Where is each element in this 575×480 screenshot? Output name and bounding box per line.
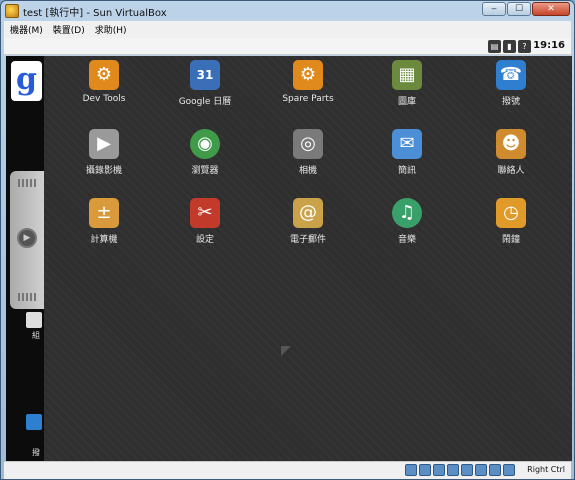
virtualbox-app-icon xyxy=(5,4,19,18)
settings-icon: ✂ xyxy=(190,198,220,228)
usb-icon[interactable] xyxy=(447,464,459,476)
signal-icon: ▮ xyxy=(503,40,516,53)
app-drawer: ⚙ Dev Tools 31 Google 日曆 ⚙ Spare Parts ▦… xyxy=(44,56,572,461)
app-drawer-handle[interactable]: ▶ xyxy=(10,171,44,309)
app-label: 相機 xyxy=(298,166,317,176)
app-label: 撥號 xyxy=(501,97,520,107)
google-search-widget[interactable]: g xyxy=(11,61,42,101)
email-icon: @ xyxy=(293,198,323,228)
menu-machine[interactable]: 機器(M) xyxy=(10,23,43,36)
app-label: 聯絡人 xyxy=(497,166,525,176)
handle-grip-top xyxy=(18,179,36,187)
calendar-shortcut-icon[interactable] xyxy=(26,312,42,328)
android-status-bar: ▤ ▮ ? 19:16 xyxy=(4,38,571,55)
cd-icon[interactable] xyxy=(419,464,431,476)
shortcut-label-1: 組 xyxy=(32,331,40,340)
floppy-icon[interactable] xyxy=(433,464,445,476)
app-label: 簡訊 xyxy=(397,166,416,176)
app-messaging[interactable]: ✉ 簡訊 xyxy=(359,129,455,189)
music-icon: ♫ xyxy=(392,198,422,228)
app-camera[interactable]: ◎ 相機 xyxy=(260,129,356,189)
app-label: Spare Parts xyxy=(282,94,334,104)
calendar-icon: 31 xyxy=(190,60,220,90)
close-button[interactable]: ✕ xyxy=(532,2,570,16)
host-key-icon xyxy=(503,464,515,476)
home-screen-edge: g ▶ 組 撥 xyxy=(6,56,44,461)
camera-icon: ◎ xyxy=(293,129,323,159)
mouse-integration-icon[interactable] xyxy=(489,464,501,476)
app-camcorder[interactable]: ▶ 攝錄影機 xyxy=(56,129,152,189)
app-dev-tools[interactable]: ⚙ Dev Tools xyxy=(56,60,152,120)
gear-icon: ⚙ xyxy=(293,60,323,90)
app-google-calendar[interactable]: 31 Google 日曆 xyxy=(157,60,253,120)
shared-folder-icon[interactable] xyxy=(475,464,487,476)
alarm-clock-icon: ◷ xyxy=(496,198,526,228)
app-label: 攝錄影機 xyxy=(85,166,122,176)
app-alarm-clock[interactable]: ◷ 鬧鐘 xyxy=(463,198,559,258)
caption-buttons: ‒ ☐ ✕ xyxy=(482,2,570,16)
phone-icon: ☎ xyxy=(496,60,526,90)
maximize-button[interactable]: ☐ xyxy=(507,2,531,16)
app-label: 音樂 xyxy=(397,235,416,245)
app-label: 瀏覽器 xyxy=(191,166,219,176)
battery-icon: ? xyxy=(518,40,531,53)
shortcut-label-2: 撥 xyxy=(32,448,40,457)
virtualbox-window: test [執行中] - Sun VirtualBox ‒ ☐ ✕ 機器(M) … xyxy=(0,0,575,480)
globe-icon: ◉ xyxy=(190,129,220,159)
app-email[interactable]: @ 電子郵件 xyxy=(260,198,356,258)
app-label: Google 日曆 xyxy=(178,97,232,107)
menu-devices[interactable]: 裝置(D) xyxy=(53,23,85,36)
minimize-button[interactable]: ‒ xyxy=(482,2,506,16)
app-label: Dev Tools xyxy=(82,94,126,104)
calculator-icon: ± xyxy=(89,198,119,228)
window-title: test [執行中] - Sun VirtualBox xyxy=(23,7,167,19)
menu-bar: 機器(M) 裝置(D) 求助(H) xyxy=(4,21,571,38)
drawer-corner-arrow-icon xyxy=(281,346,291,356)
network-icon[interactable] xyxy=(461,464,473,476)
sim-icon: ▤ xyxy=(488,40,501,53)
messaging-icon: ✉ xyxy=(392,129,422,159)
device-indicators xyxy=(405,464,515,476)
title-bar[interactable]: test [執行中] - Sun VirtualBox ‒ ☐ ✕ xyxy=(1,1,574,21)
android-screen: g ▶ 組 撥 ⚙ Dev Tools 31 Google 日曆 ⚙ Spare xyxy=(6,56,572,461)
handle-grip-bottom xyxy=(18,293,36,301)
app-calculator[interactable]: ± 計算機 xyxy=(56,198,152,258)
phone-shortcut-icon[interactable] xyxy=(26,414,42,430)
gallery-icon: ▦ xyxy=(392,60,422,90)
app-music[interactable]: ♫ 音樂 xyxy=(359,198,455,258)
app-label: 鬧鐘 xyxy=(501,235,520,245)
gear-icon: ⚙ xyxy=(89,60,119,90)
app-label: 計算機 xyxy=(90,235,118,245)
status-clock: 19:16 xyxy=(533,40,565,51)
app-spare-parts[interactable]: ⚙ Spare Parts xyxy=(260,60,356,120)
app-label: 電子郵件 xyxy=(289,235,326,245)
contacts-icon: ☻ xyxy=(496,129,526,159)
app-label: 圖庫 xyxy=(397,97,416,107)
app-label: 設定 xyxy=(195,235,214,245)
app-gallery[interactable]: ▦ 圖庫 xyxy=(359,60,455,120)
app-settings[interactable]: ✂ 設定 xyxy=(157,198,253,258)
menu-help[interactable]: 求助(H) xyxy=(95,23,127,36)
camcorder-icon: ▶ xyxy=(89,129,119,159)
hard-disk-icon[interactable] xyxy=(405,464,417,476)
status-icons: ▤ ▮ ? xyxy=(488,40,531,53)
app-contacts[interactable]: ☻ 聯絡人 xyxy=(463,129,559,189)
virtualbox-status-bar: Right Ctrl xyxy=(4,461,571,479)
app-browser[interactable]: ◉ 瀏覽器 xyxy=(157,129,253,189)
host-key-label: Right Ctrl xyxy=(527,465,565,474)
play-icon: ▶ xyxy=(17,228,37,248)
app-dialer[interactable]: ☎ 撥號 xyxy=(463,60,559,120)
